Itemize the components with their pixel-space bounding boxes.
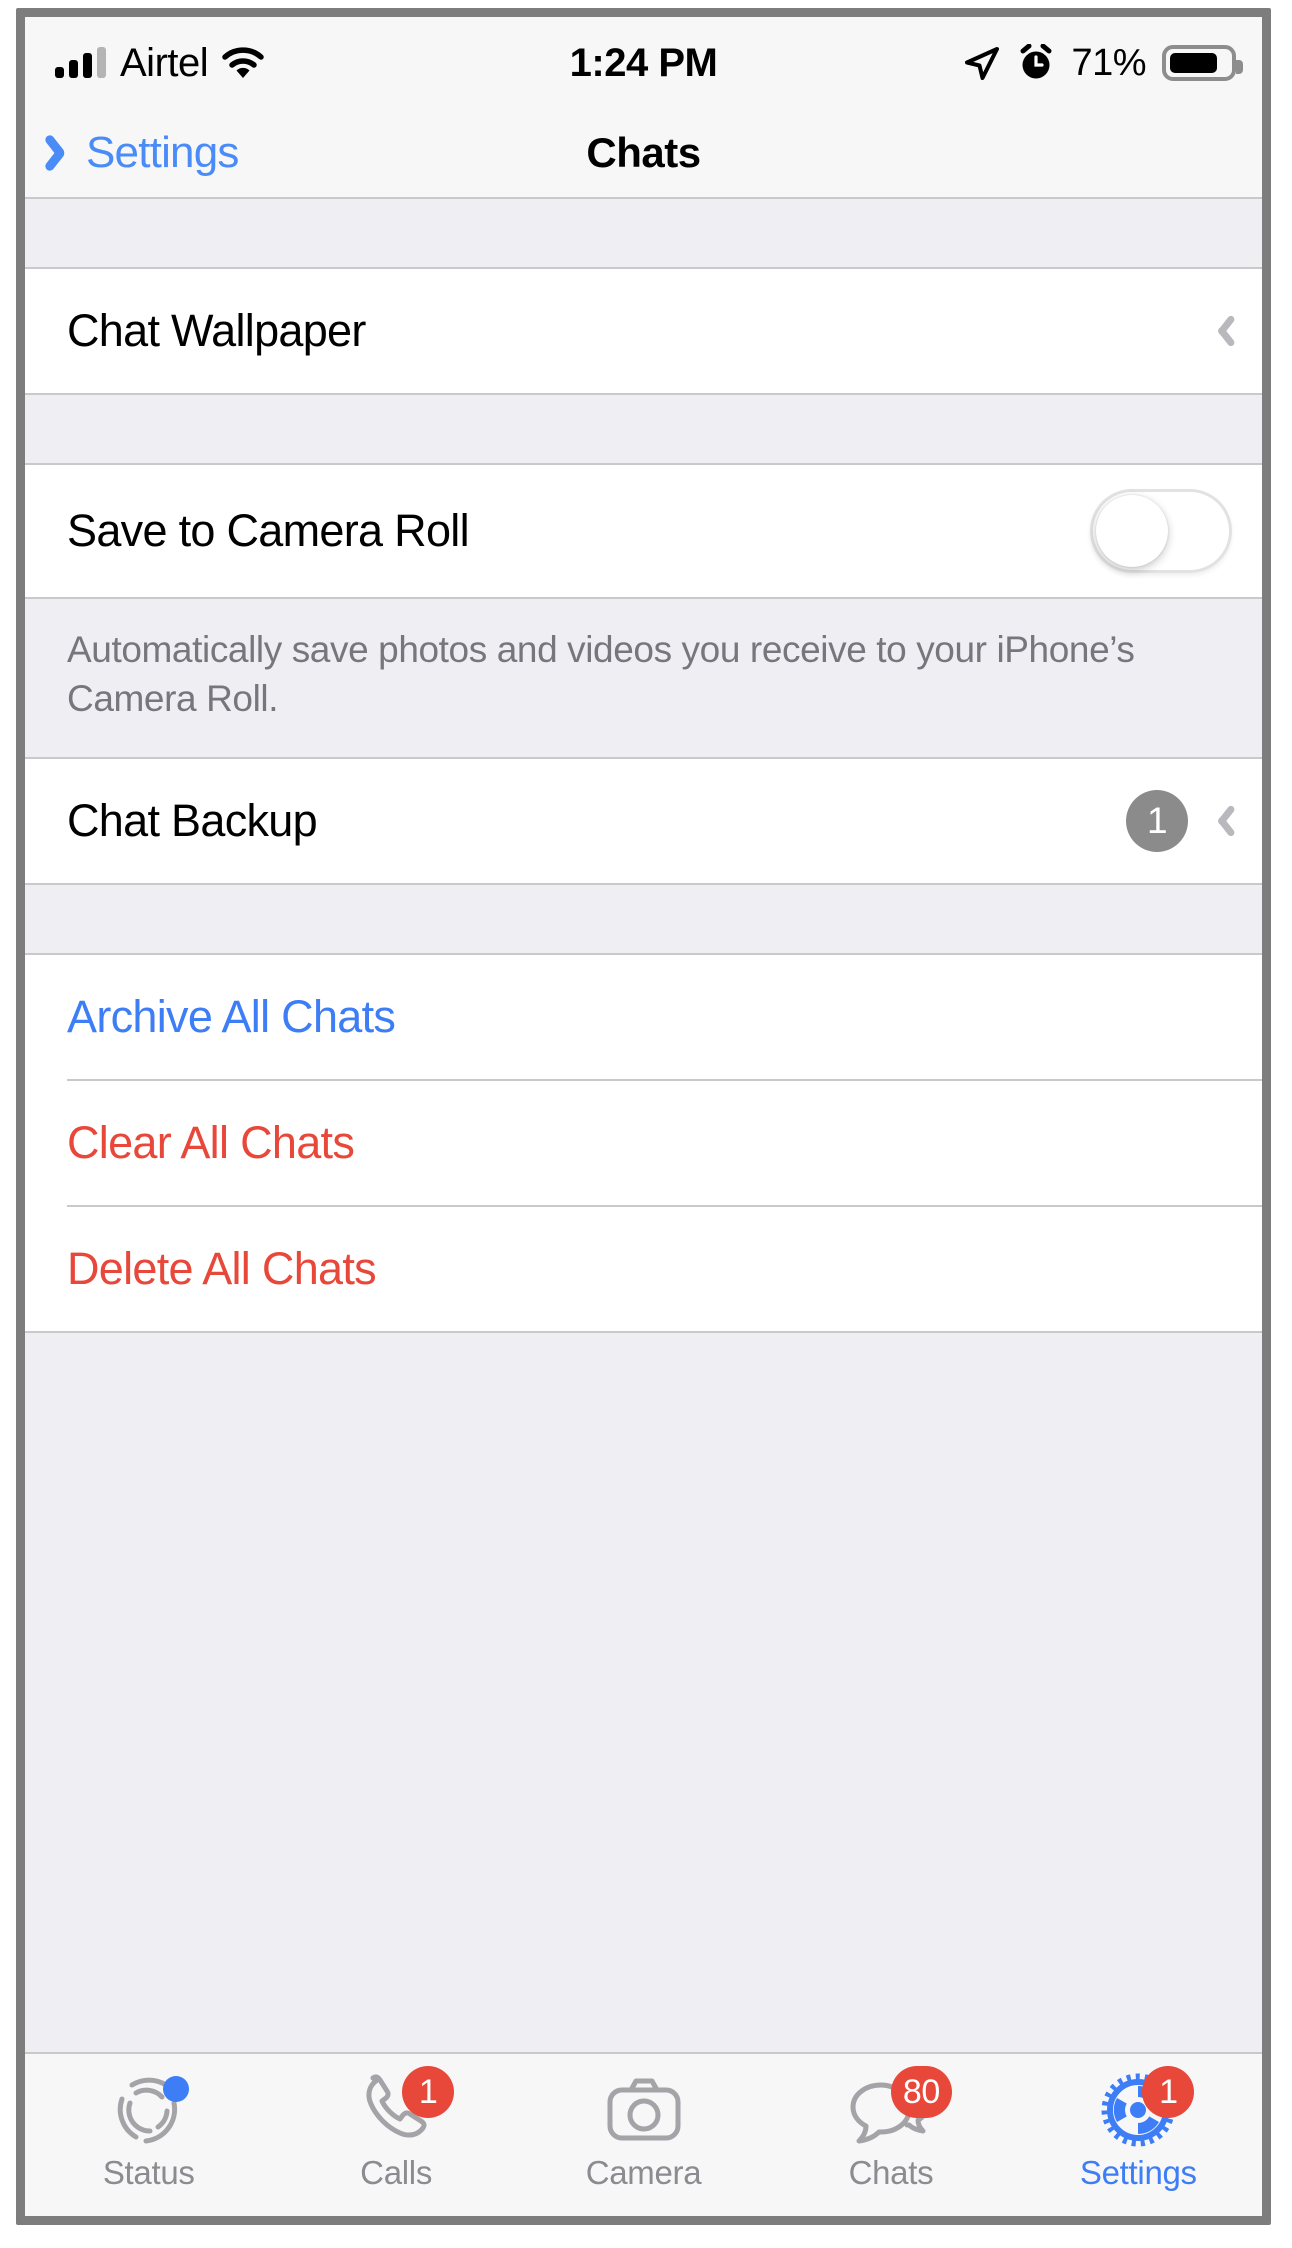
row-save-to-camera-roll[interactable]: Save to Camera Roll bbox=[25, 465, 1262, 597]
chevron-right-icon bbox=[1210, 312, 1232, 350]
alarm-clock-icon bbox=[1020, 44, 1052, 79]
calls-badge: 1 bbox=[402, 2066, 455, 2118]
device-frame: Airtel 1:24 PM 71% Settings Chats Chat W… bbox=[16, 8, 1271, 2225]
tab-chats[interactable]: 80 Chats bbox=[767, 2054, 1014, 2216]
gear-icon: 1 bbox=[1092, 2066, 1195, 2150]
row-chat-wallpaper[interactable]: Chat Wallpaper bbox=[25, 269, 1262, 393]
chats-badge: 80 bbox=[890, 2066, 952, 2118]
battery-percent-label: 71% bbox=[1071, 41, 1146, 84]
battery-icon bbox=[1162, 45, 1243, 81]
phone-icon: 1 bbox=[350, 2066, 455, 2150]
delete-all-chats-label: Delete All Chats bbox=[67, 1243, 377, 1295]
navigation-bar: Settings Chats bbox=[25, 109, 1262, 199]
chat-wallpaper-label: Chat Wallpaper bbox=[67, 305, 366, 356]
row-accessory bbox=[1210, 312, 1232, 350]
status-bar-right: 71% bbox=[963, 41, 1243, 85]
row-delete-all-chats[interactable]: Delete All Chats bbox=[25, 1207, 1262, 1332]
chat-bubbles-icon: 80 bbox=[845, 2066, 952, 2150]
page-title: Chats bbox=[586, 129, 701, 176]
tab-chats-label: Chats bbox=[848, 2154, 934, 2191]
tab-settings-label: Settings bbox=[1079, 2154, 1197, 2191]
row-accessory bbox=[1090, 489, 1232, 573]
section-gap-1 bbox=[25, 395, 1262, 463]
chevron-right-icon bbox=[1210, 802, 1232, 840]
tab-calls[interactable]: 1 Calls bbox=[272, 2054, 519, 2216]
save-to-camera-roll-label: Save to Camera Roll bbox=[67, 505, 470, 556]
tab-calls-label: Calls bbox=[360, 2154, 433, 2191]
status-bar: Airtel 1:24 PM 71% bbox=[25, 17, 1262, 109]
settings-badge: 1 bbox=[1142, 2066, 1195, 2118]
tab-camera-label: Camera bbox=[585, 2154, 702, 2191]
section-gap-top bbox=[25, 199, 1262, 267]
toggle-knob bbox=[1096, 495, 1168, 567]
tab-status-label: Status bbox=[102, 2154, 195, 2191]
section-gap-2 bbox=[25, 885, 1262, 954]
row-chat-backup[interactable]: Chat Backup 1 bbox=[25, 759, 1262, 884]
tab-status[interactable]: Status bbox=[25, 2054, 272, 2216]
chat-backup-label: Chat Backup bbox=[67, 795, 318, 847]
group-wallpaper: Chat Wallpaper bbox=[25, 267, 1262, 395]
group-camera-roll: Save to Camera Roll bbox=[25, 463, 1262, 597]
row-clear-all-chats[interactable]: Clear All Chats bbox=[25, 1081, 1262, 1206]
location-arrow-icon bbox=[965, 47, 1000, 80]
row-archive-all-chats[interactable]: Archive All Chats bbox=[25, 955, 1262, 1080]
phone-screen: Airtel 1:24 PM 71% Settings Chats Chat W… bbox=[25, 17, 1262, 2216]
clear-all-chats-label: Clear All Chats bbox=[67, 1117, 355, 1169]
tab-settings[interactable]: 1 Settings bbox=[1015, 2054, 1262, 2216]
section-gap-bottom bbox=[25, 1333, 1262, 1664]
settings-list[interactable]: Chat Wallpaper Save to Camera Roll Autom… bbox=[25, 199, 1262, 2052]
camera-icon bbox=[598, 2070, 690, 2150]
group-chat-backup: Chat Backup 1 bbox=[25, 759, 1262, 886]
status-unread-dot-badge bbox=[162, 2076, 189, 2102]
row-accessory: 1 bbox=[1126, 790, 1232, 853]
group-chat-actions: Archive All Chats Clear All Chats Delete… bbox=[25, 953, 1262, 1334]
archive-all-chats-label: Archive All Chats bbox=[67, 991, 396, 1043]
save-to-camera-roll-toggle[interactable] bbox=[1090, 489, 1232, 573]
tab-camera[interactable]: Camera bbox=[520, 2054, 767, 2216]
camera-roll-footer-note: Automatically save photos and videos you… bbox=[25, 597, 1262, 760]
status-rings-icon bbox=[103, 2070, 195, 2150]
tab-bar: Status 1 Calls Camera 80 Chats 1 Setting… bbox=[25, 2052, 1262, 2216]
chat-backup-badge: 1 bbox=[1126, 790, 1188, 853]
